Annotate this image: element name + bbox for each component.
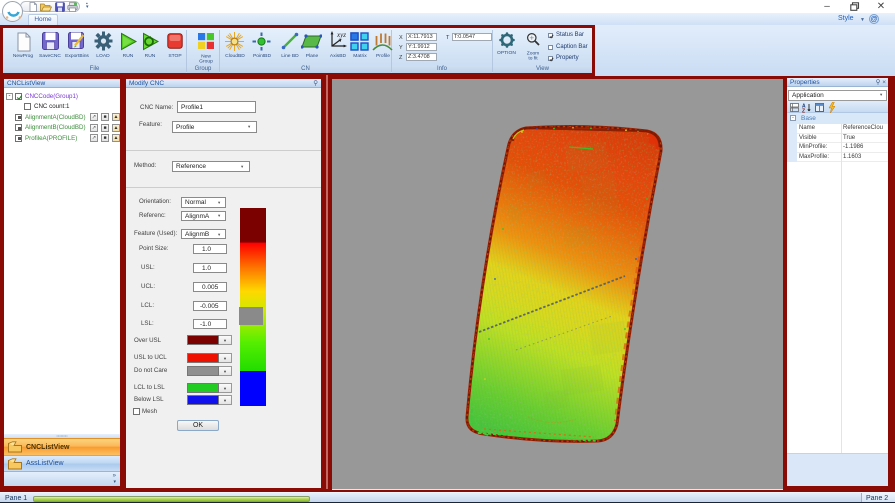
svg-text:xyz: xyz bbox=[336, 31, 346, 39]
svg-text:Z: Z bbox=[802, 108, 805, 113]
